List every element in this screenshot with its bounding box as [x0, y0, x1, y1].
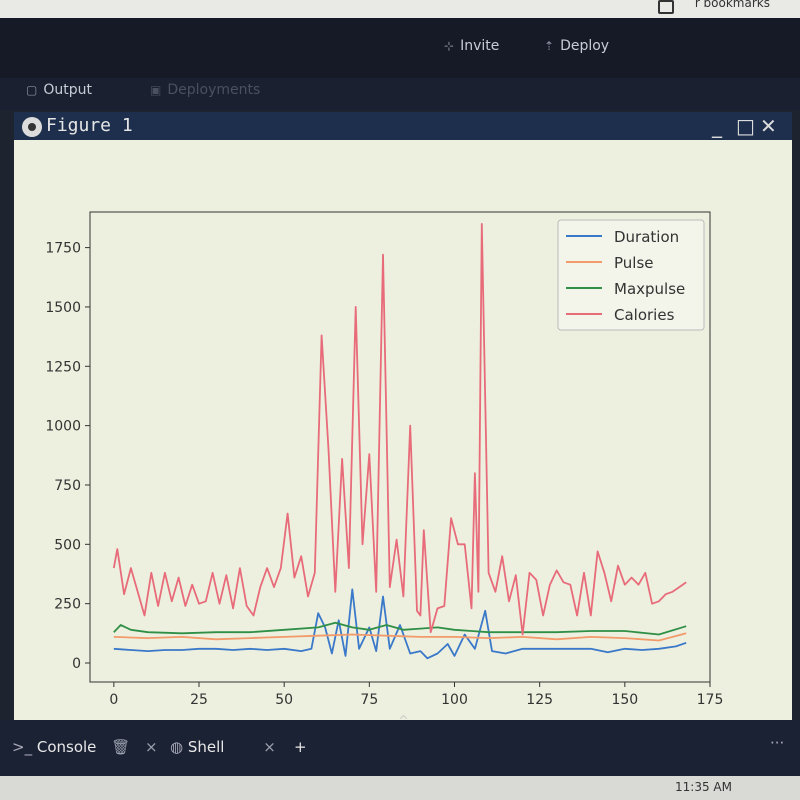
- figure-title: Figure 1: [46, 115, 133, 136]
- x-tick-label: 75: [360, 692, 378, 708]
- clock: 11:35 AM: [675, 780, 732, 794]
- x-tick-label: 0: [109, 692, 118, 708]
- tab-deployments[interactable]: ▣ Deployments: [150, 82, 260, 98]
- x-tick-label: 25: [190, 692, 208, 708]
- figure-window-titlebar: Figure 1 _ □ ✕: [14, 112, 792, 140]
- pane-tab-bar: [0, 78, 800, 110]
- console-icon: >_: [12, 738, 33, 756]
- legend-label: Maxpulse: [614, 280, 685, 298]
- ide-header: [0, 18, 800, 78]
- os-taskbar: 11:35 AM: [0, 776, 800, 800]
- close-shell-icon[interactable]: ×: [263, 738, 276, 756]
- browser-bookmarks-bar: r bookmarks: [0, 0, 800, 18]
- x-tick-label: 150: [611, 692, 638, 708]
- legend-label: Pulse: [614, 254, 654, 272]
- close-icon[interactable]: ✕: [760, 114, 777, 138]
- invite-label: Invite: [460, 38, 500, 54]
- invite-button[interactable]: ⊹ Invite: [444, 38, 499, 54]
- minimize-icon[interactable]: _: [712, 114, 722, 138]
- y-axis: 0 250 500 750 1000 1250 1500 1750: [45, 241, 90, 672]
- output-icon: ▢: [26, 83, 38, 97]
- y-tick-label: 1250: [45, 359, 81, 375]
- tab-shell[interactable]: ◍ Shell ×: [170, 738, 276, 756]
- x-tick-label: 100: [441, 692, 468, 708]
- tab-output[interactable]: ▢ Output: [26, 82, 92, 98]
- bookmark-folder-icon[interactable]: [658, 0, 674, 14]
- figure-canvas: 0 250 500 750 1000 1250 1500 1750 0 25 50 75 100 125…: [14, 140, 792, 720]
- y-tick-label: 750: [54, 478, 81, 494]
- tab-console-label: Console: [36, 738, 97, 756]
- tab-console[interactable]: >_ Console 🗑 ×: [12, 738, 158, 756]
- y-tick-label: 1000: [45, 419, 81, 435]
- legend-label: Calories: [614, 306, 675, 324]
- invite-icon: ⊹: [444, 39, 455, 53]
- legend-label: Duration: [614, 228, 679, 246]
- x-axis: 0 25 50 75 100 125 150 175: [109, 682, 723, 708]
- series-line-duration: [113, 588, 687, 660]
- add-tab-button[interactable]: +: [294, 738, 307, 756]
- line-chart: 0 250 500 750 1000 1250 1500 1750 0 25 50 75 100 125…: [45, 211, 723, 708]
- deploy-button[interactable]: ⇡ Deploy: [544, 38, 609, 54]
- y-tick-label: 250: [54, 597, 81, 613]
- x-tick-label: 175: [697, 692, 724, 708]
- maximize-icon[interactable]: □: [736, 114, 755, 138]
- matplotlib-logo-icon: [22, 117, 42, 137]
- deploy-icon: ⇡: [544, 39, 555, 53]
- tab-shell-label: Shell: [187, 738, 225, 756]
- more-options-icon[interactable]: ···: [770, 734, 784, 752]
- x-tick-label: 125: [526, 692, 553, 708]
- y-tick-label: 1750: [45, 241, 81, 257]
- deploy-label: Deploy: [560, 38, 610, 54]
- x-tick-label: 50: [275, 692, 293, 708]
- y-tick-label: 1500: [45, 300, 81, 316]
- y-tick-label: 500: [54, 537, 81, 553]
- tab-output-label: Output: [43, 82, 92, 98]
- tab-deployments-label: Deployments: [167, 82, 261, 98]
- close-console-icon[interactable]: ×: [145, 738, 158, 756]
- expand-panel-button[interactable]: ^: [398, 714, 409, 729]
- trash-icon[interactable]: 🗑: [111, 738, 130, 756]
- legend: Duration Pulse Maxpulse Calories: [557, 219, 705, 331]
- bookmarks-label[interactable]: r bookmarks: [695, 0, 770, 10]
- shell-icon: ◍: [170, 738, 184, 756]
- series-line-pulse: [113, 632, 687, 642]
- deployments-icon: ▣: [150, 83, 162, 97]
- y-tick-label: 0: [72, 656, 81, 672]
